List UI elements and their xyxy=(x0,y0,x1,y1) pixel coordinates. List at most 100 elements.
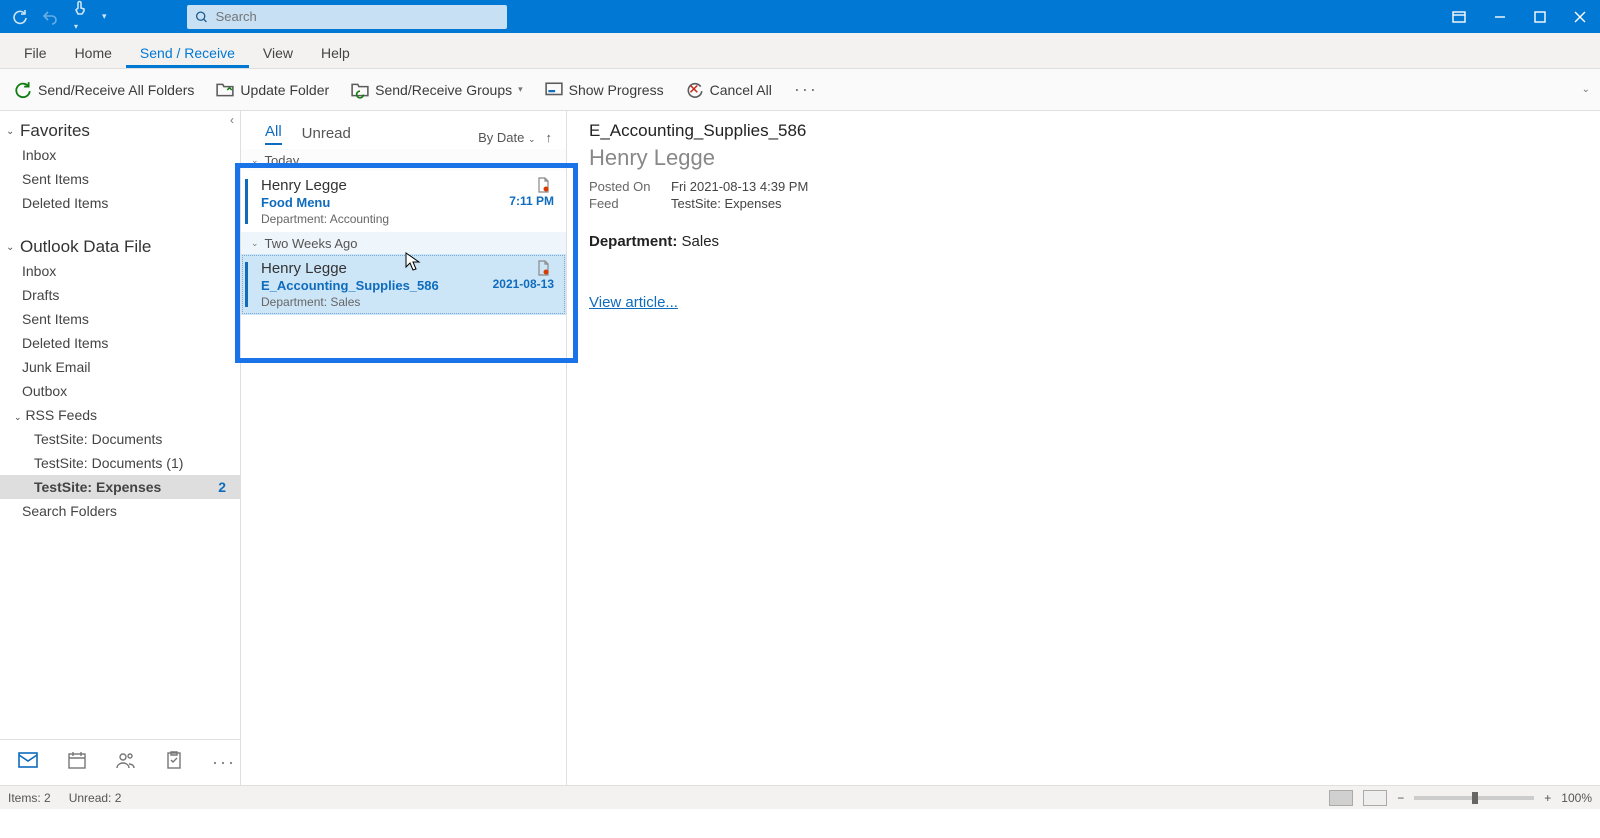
view-normal-button[interactable] xyxy=(1329,790,1353,806)
folder-icon xyxy=(216,81,234,99)
send-receive-all-label: Send/Receive All Folders xyxy=(38,82,194,98)
update-folder-label: Update Folder xyxy=(240,82,329,98)
tasks-icon[interactable] xyxy=(166,751,182,774)
maximize-icon[interactable] xyxy=(1534,11,1546,23)
message-list-pane: All Unread By Date ⌄ ↑ ⌄ Today Henry Leg… xyxy=(241,111,567,785)
group-two-weeks[interactable]: ⌄ Two Weeks Ago xyxy=(241,232,566,254)
zoom-out-button[interactable]: − xyxy=(1397,791,1404,805)
nav-inbox[interactable]: Inbox xyxy=(0,259,240,283)
mail-icon[interactable] xyxy=(18,752,38,773)
sync-icon[interactable] xyxy=(12,9,28,25)
tab-view[interactable]: View xyxy=(249,37,307,68)
list-header: All Unread By Date ⌄ ↑ xyxy=(241,111,566,149)
tab-help[interactable]: Help xyxy=(307,37,364,68)
nav-sent[interactable]: Sent Items xyxy=(0,307,240,331)
nav-fav-sent[interactable]: Sent Items xyxy=(0,167,240,191)
list-tab-unread[interactable]: Unread xyxy=(302,125,351,145)
body-field-value: Sales xyxy=(682,233,720,250)
attachment-icon xyxy=(536,177,550,198)
favorites-header[interactable]: ⌄ Favorites xyxy=(0,115,240,143)
reading-pane: E_Accounting_Supplies_586 Henry Legge Po… xyxy=(567,111,1600,785)
touch-mode-icon[interactable]: ▾ xyxy=(72,0,88,34)
search-input[interactable] xyxy=(216,9,499,24)
minimize-icon[interactable] xyxy=(1494,11,1506,23)
close-icon[interactable] xyxy=(1574,11,1586,23)
datafile-label: Outlook Data File xyxy=(20,237,151,257)
posted-on-value: Fri 2021-08-13 4:39 PM xyxy=(671,179,808,194)
message-subject: Food Menu xyxy=(261,195,330,210)
status-items: Items: 2 xyxy=(8,791,51,805)
tab-file[interactable]: File xyxy=(10,37,61,68)
chevron-down-icon: ⌄ xyxy=(6,126,16,137)
reading-subject: E_Accounting_Supplies_586 xyxy=(589,121,1578,141)
nav-deleted[interactable]: Deleted Items xyxy=(0,331,240,355)
cancel-all-button[interactable]: Cancel All xyxy=(686,81,772,99)
message-from: Henry Legge xyxy=(261,260,554,277)
chevron-down-icon: ⌄ xyxy=(528,134,536,144)
nav-rss-documents-1[interactable]: TestSite: Documents (1) xyxy=(0,451,240,475)
zoom-in-button[interactable]: + xyxy=(1544,791,1551,805)
ribbon-overflow-button[interactable]: ··· xyxy=(794,79,818,100)
search-icon xyxy=(195,10,208,24)
nav-rss-expenses[interactable]: TestSite: Expenses 2 xyxy=(0,475,240,499)
send-receive-all-button[interactable]: Send/Receive All Folders xyxy=(14,81,194,99)
zoom-slider[interactable] xyxy=(1414,796,1534,800)
message-item-2[interactable]: Henry Legge E_Accounting_Supplies_586202… xyxy=(241,254,566,315)
ribbon-display-icon[interactable] xyxy=(1452,11,1466,23)
chevron-down-icon: ▾ xyxy=(518,84,523,95)
nav-rss-documents[interactable]: TestSite: Documents xyxy=(0,427,240,451)
message-from: Henry Legge xyxy=(261,177,554,194)
unread-badge: 2 xyxy=(218,479,236,495)
nav-fav-deleted[interactable]: Deleted Items xyxy=(0,191,240,215)
datafile-header[interactable]: ⌄ Outlook Data File xyxy=(0,231,240,259)
send-receive-groups-button[interactable]: Send/Receive Groups ▾ xyxy=(351,81,523,99)
show-progress-button[interactable]: Show Progress xyxy=(545,81,664,99)
list-tab-all[interactable]: All xyxy=(265,123,282,145)
tab-send-receive[interactable]: Send / Receive xyxy=(126,37,249,68)
collapse-nav-button[interactable]: ‹ xyxy=(230,113,234,127)
body-field-label: Department: xyxy=(589,233,677,250)
nav-rss-feeds[interactable]: ⌄ RSS Feeds xyxy=(0,403,240,427)
chevron-down-icon: ⌄ xyxy=(251,238,259,249)
calendar-icon[interactable] xyxy=(68,751,86,774)
sync-icon xyxy=(14,81,32,99)
nav-search-folders[interactable]: Search Folders xyxy=(0,499,240,523)
group-today[interactable]: ⌄ Today xyxy=(241,149,566,171)
update-folder-button[interactable]: Update Folder xyxy=(216,81,329,99)
sort-button[interactable]: By Date ⌄ xyxy=(478,130,535,145)
people-icon[interactable] xyxy=(116,751,136,774)
message-item-1[interactable]: Henry Legge Food Menu7:11 PM Department:… xyxy=(241,171,566,232)
tab-home[interactable]: Home xyxy=(61,37,126,68)
nav-footer: ··· xyxy=(0,739,240,785)
search-box[interactable] xyxy=(187,5,507,29)
view-article-link[interactable]: View article... xyxy=(589,294,1578,311)
sort-direction-button[interactable]: ↑ xyxy=(546,130,553,145)
chevron-down-icon: ⌄ xyxy=(251,155,259,166)
nav-fav-inbox[interactable]: Inbox xyxy=(0,143,240,167)
sort-label: By Date xyxy=(478,130,524,145)
feed-value: TestSite: Expenses xyxy=(671,196,782,211)
send-receive-groups-label: Send/Receive Groups xyxy=(375,82,512,98)
reading-sender: Henry Legge xyxy=(589,145,1578,171)
view-reading-button[interactable] xyxy=(1363,790,1387,806)
group-today-label: Today xyxy=(265,153,300,168)
ribbon-expand-button[interactable]: ⌄ xyxy=(1582,84,1590,95)
status-bar: Items: 2 Unread: 2 − + 100% xyxy=(0,785,1600,809)
qat-customize-icon[interactable]: ▾ xyxy=(102,11,107,22)
undo-icon[interactable] xyxy=(42,9,58,25)
nav-outbox[interactable]: Outbox xyxy=(0,379,240,403)
chevron-down-icon: ⌄ xyxy=(14,412,22,422)
nav-drafts[interactable]: Drafts xyxy=(0,283,240,307)
window-controls xyxy=(1438,11,1600,23)
cancel-icon xyxy=(686,81,704,99)
chevron-down-icon: ⌄ xyxy=(6,242,16,253)
zoom-value: 100% xyxy=(1561,791,1592,805)
ribbon: Send/Receive All Folders Update Folder S… xyxy=(0,69,1600,111)
posted-on-label: Posted On xyxy=(589,179,659,194)
nav-rss-label: RSS Feeds xyxy=(25,407,97,423)
attachment-icon xyxy=(536,260,550,281)
nav-rss-expenses-label: TestSite: Expenses xyxy=(34,479,161,495)
show-progress-label: Show Progress xyxy=(569,82,664,98)
nav-more-button[interactable]: ··· xyxy=(212,752,236,773)
nav-junk[interactable]: Junk Email xyxy=(0,355,240,379)
